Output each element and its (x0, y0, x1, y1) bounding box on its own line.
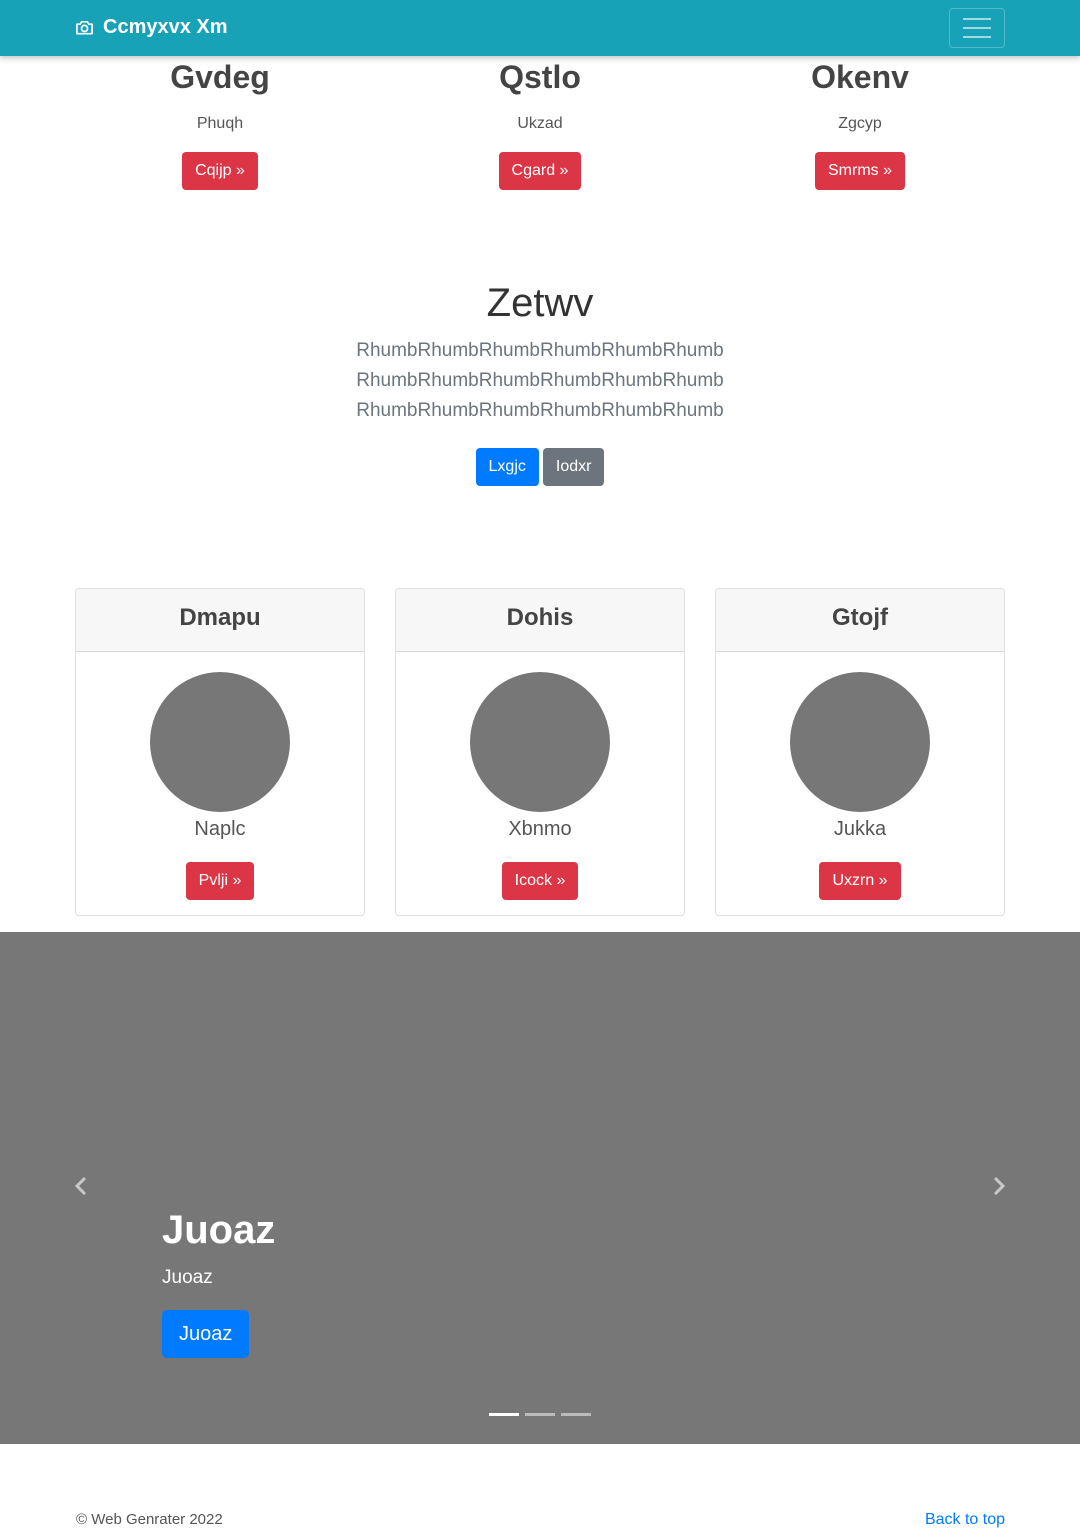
jumbotron-buttons: Lxgjc Iodxr (0, 448, 1080, 486)
card: Dohis Xbnmo Icock » (395, 588, 685, 916)
camera-icon (75, 18, 94, 37)
carousel-indicator[interactable] (525, 1413, 555, 1416)
carousel: Juoaz Juoaz Juoaz (0, 932, 1080, 1444)
feature-button[interactable]: Cgard » (498, 152, 582, 190)
carousel-heading: Juoaz (162, 1208, 276, 1252)
avatar-placeholder (470, 672, 610, 812)
jumbotron-secondary-button[interactable]: Iodxr (542, 448, 605, 486)
card-text: Jukka (833, 818, 887, 840)
navbar: Ccmyxvx Xm (0, 0, 1080, 56)
jumbotron-primary-button[interactable]: Lxgjc (475, 448, 539, 486)
carousel-indicator[interactable] (561, 1413, 591, 1416)
card: Gtojf Jukka Uxzrn » (715, 588, 1005, 916)
feature-button[interactable]: Smrms » (815, 152, 905, 190)
carousel-text: Juoaz (162, 1267, 213, 1288)
navbar-toggler-button[interactable] (949, 8, 1005, 48)
back-to-top-link[interactable]: Back to top (925, 1510, 1005, 1530)
feature-title: Gvdeg (170, 59, 270, 95)
jumbotron-heading: Zetwv (486, 281, 594, 325)
card-button[interactable]: Uxzrn » (819, 862, 901, 900)
card-button[interactable]: Pvlji » (185, 862, 255, 900)
hamburger-menu-icon (963, 18, 991, 20)
feature-title: Qstlo (499, 59, 581, 95)
card-header: Dmapu (76, 589, 364, 652)
feature-button[interactable]: Cqijp » (182, 152, 258, 190)
jumbotron-lead: RhumbRhumbRhumbRhumbRhumbRhumbRhumbRhumb… (356, 340, 724, 421)
card-text: Xbnmo (508, 818, 572, 840)
carousel-caption: Juoaz Juoaz Juoaz (162, 1206, 275, 1358)
carousel-button[interactable]: Juoaz (162, 1310, 250, 1358)
carousel-indicators (0, 1413, 1080, 1416)
jumbotron: Zetwv RhumbRhumbRhumbRhumbRhumbRhumbRhum… (0, 280, 1080, 486)
feature-column: Okenv Zgcyp Smrms » (715, 58, 1005, 190)
card-header: Gtojf (716, 589, 1004, 652)
feature-text: Zgcyp (838, 115, 882, 132)
feature-title: Okenv (811, 59, 909, 95)
chevron-left-icon[interactable] (70, 1174, 94, 1198)
avatar-placeholder (150, 672, 290, 812)
feature-text: Phuqh (196, 115, 244, 132)
card-button[interactable]: Icock » (501, 862, 579, 900)
avatar-placeholder (790, 672, 930, 812)
carousel-indicator[interactable] (489, 1413, 519, 1416)
footer-copyright: © Web Genrater 2022 (76, 1511, 223, 1528)
brand-name: Ccmyxvx Xm (103, 16, 228, 38)
feature-text: Ukzad (517, 115, 563, 132)
card: Dmapu Naplc Pvlji » (75, 588, 365, 916)
card-text: Naplc (194, 818, 246, 840)
card-header: Dohis (396, 589, 684, 652)
feature-column: Qstlo Ukzad Cgard » (395, 58, 685, 190)
chevron-right-icon[interactable] (986, 1174, 1010, 1198)
brand-link[interactable]: Ccmyxvx Xm (75, 16, 228, 39)
feature-column: Gvdeg Phuqh Cqijp » (75, 58, 365, 190)
